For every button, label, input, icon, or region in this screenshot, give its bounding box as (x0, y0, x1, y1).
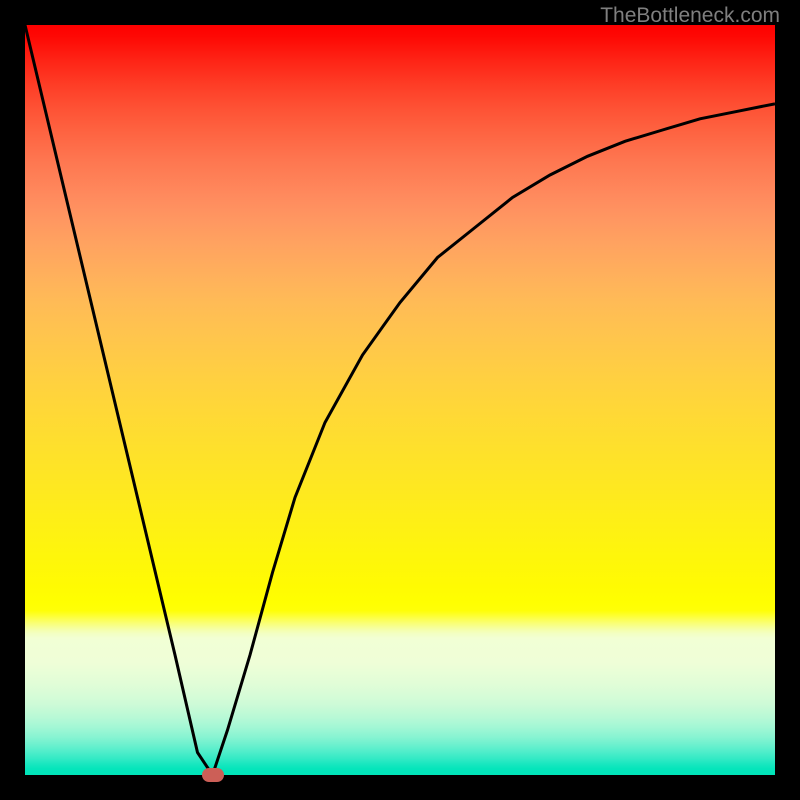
bottleneck-curve (25, 25, 775, 775)
minimum-point-marker (202, 768, 224, 782)
watermark-text: TheBottleneck.com (600, 4, 780, 28)
chart-plot-area (25, 25, 775, 775)
